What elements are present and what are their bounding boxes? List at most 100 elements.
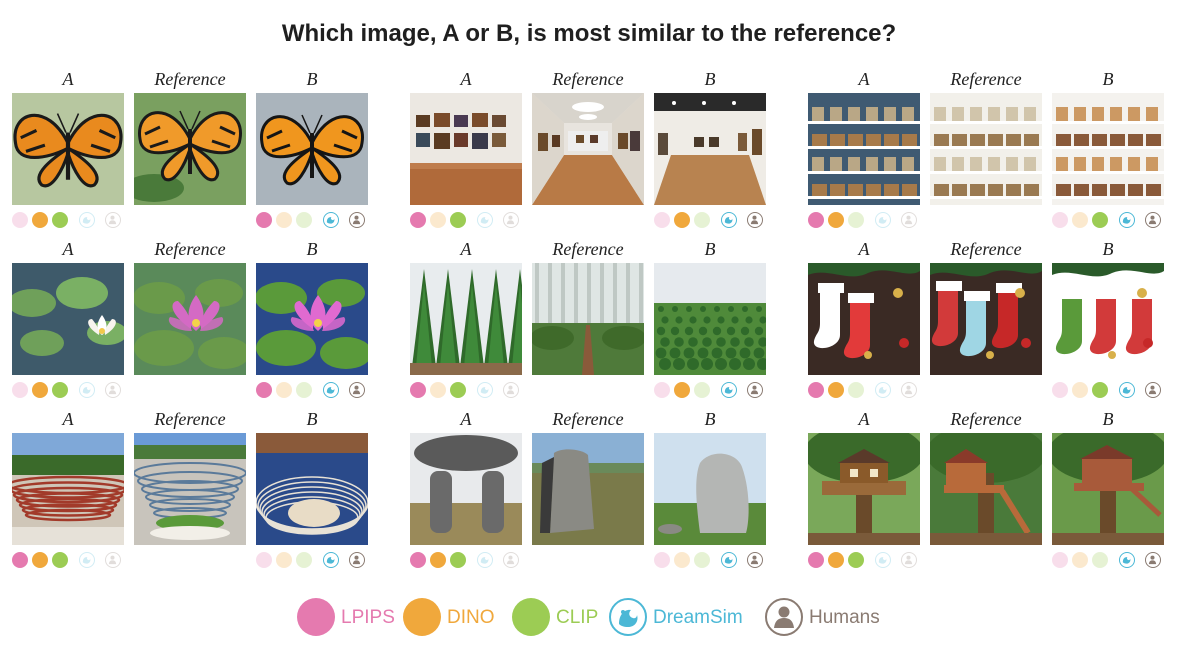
example-group: A Reference B [808, 69, 1164, 229]
lpips-vote-icon [654, 212, 670, 228]
dino-vote-icon [1072, 552, 1088, 568]
column-label-b: B [306, 409, 318, 429]
vote-dots-b [1052, 552, 1164, 570]
image-a [410, 433, 522, 545]
vote-dots-b [256, 212, 368, 230]
legend-label-lpips: LPIPS [341, 607, 395, 628]
vote-dots-b [256, 382, 368, 400]
column-label-b: B [1102, 69, 1114, 89]
example-group: A Reference B [12, 69, 368, 229]
humans-vote-icon [1145, 552, 1161, 568]
image-a [808, 263, 920, 375]
vote-dots-a [12, 382, 124, 400]
image-reference [532, 433, 644, 545]
dreamsim-vote-icon [1119, 382, 1135, 398]
column-label-b: B [704, 239, 716, 259]
image-reference [930, 93, 1042, 205]
lpips-vote-icon [1052, 212, 1068, 228]
lpips-vote-icon [1052, 552, 1068, 568]
dino-vote-icon [828, 552, 844, 568]
image-b [256, 263, 368, 375]
clip-vote-icon [694, 552, 710, 568]
clip-vote-icon [848, 382, 864, 398]
lpips-vote-icon [808, 212, 824, 228]
image-b [1052, 93, 1164, 205]
image-b [256, 93, 368, 205]
column-label-a: A [62, 239, 74, 259]
column-label-b: B [704, 409, 716, 429]
example-group: A Reference B [808, 239, 1164, 399]
image-a [12, 433, 124, 545]
vote-dots-a [410, 382, 522, 400]
column-label-b: B [1102, 409, 1114, 429]
lpips-vote-icon [654, 382, 670, 398]
image-a [12, 93, 124, 205]
dreamsim-vote-icon [1119, 212, 1135, 228]
vote-dots-b [1052, 382, 1164, 400]
column-label-reference: Reference [950, 69, 1022, 89]
clip-vote-icon [450, 552, 466, 568]
column-label-b: B [704, 69, 716, 89]
column-label-reference: Reference [552, 239, 624, 259]
column-label-b: B [306, 69, 318, 89]
image-a [410, 93, 522, 205]
clip-vote-icon [296, 212, 312, 228]
column-label-a: A [858, 69, 870, 89]
example-group: A Reference B [410, 239, 766, 399]
humans-vote-icon [349, 382, 365, 398]
lpips-vote-icon [1052, 382, 1068, 398]
image-reference [532, 93, 644, 205]
lpips-vote-icon [410, 382, 426, 398]
dino-vote-icon [32, 552, 48, 568]
lpips-vote-icon [808, 382, 824, 398]
humans-vote-icon [901, 552, 917, 568]
dreamsim-vote-icon [79, 382, 95, 398]
humans-vote-icon [1145, 382, 1161, 398]
image-b [654, 433, 766, 545]
dreamsim-vote-icon [323, 212, 339, 228]
dino-vote-icon [674, 382, 690, 398]
humans-vote-icon [349, 552, 365, 568]
clip-vote-icon [848, 552, 864, 568]
humans-vote-icon [503, 212, 519, 228]
vote-dots-a [410, 212, 522, 230]
vote-dots-b [256, 552, 368, 570]
dino-vote-icon [674, 212, 690, 228]
dreamsim-vote-icon [875, 212, 891, 228]
dreamsim-vote-icon [721, 382, 737, 398]
column-label-reference: Reference [154, 239, 226, 259]
clip-vote-icon [694, 212, 710, 228]
image-reference [134, 263, 246, 375]
vote-dots-a [808, 212, 920, 230]
clip-vote-icon [52, 212, 68, 228]
image-a [808, 93, 920, 205]
legend: LPIPS DINO CLIP DreamSim Humans [0, 598, 1178, 638]
column-label-a: A [460, 239, 472, 259]
lpips-swatch-icon [297, 598, 335, 636]
clip-vote-icon [1092, 382, 1108, 398]
column-label-reference: Reference [154, 69, 226, 89]
dreamsim-vote-icon [1119, 552, 1135, 568]
dino-vote-icon [674, 552, 690, 568]
column-label-b: B [306, 239, 318, 259]
dino-vote-icon [276, 212, 292, 228]
clip-vote-icon [450, 212, 466, 228]
dreamsim-vote-icon [79, 552, 95, 568]
clip-vote-icon [52, 552, 68, 568]
legend-label-dreamsim: DreamSim [653, 607, 743, 628]
column-label-b: B [1102, 239, 1114, 259]
image-reference [532, 263, 644, 375]
image-reference [930, 263, 1042, 375]
dino-swatch-icon [403, 598, 441, 636]
humans-vote-icon [349, 212, 365, 228]
example-group: A Reference B [12, 409, 368, 569]
image-a [410, 263, 522, 375]
lpips-vote-icon [654, 552, 670, 568]
column-label-a: A [62, 69, 74, 89]
humans-vote-icon [747, 212, 763, 228]
example-group: A Reference B [808, 409, 1164, 569]
vote-dots-b [654, 552, 766, 570]
dino-vote-icon [828, 382, 844, 398]
lpips-vote-icon [12, 212, 28, 228]
humans-vote-icon [747, 382, 763, 398]
